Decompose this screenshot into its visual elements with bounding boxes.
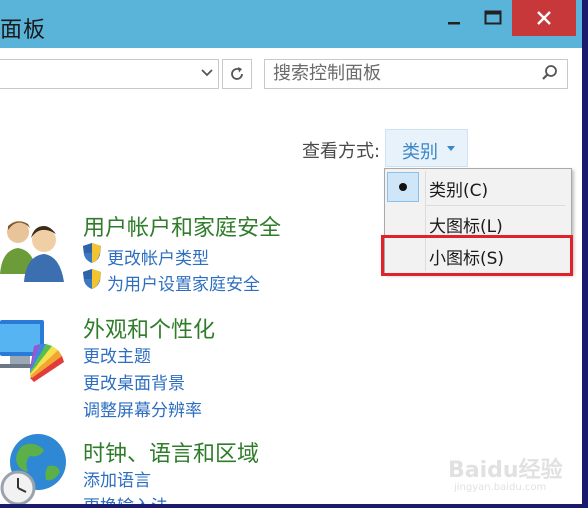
close-button[interactable] [512,0,576,36]
globe-clock-icon[interactable] [0,432,70,504]
menu-item-category[interactable]: 类别(C) [387,171,569,203]
caret-down-icon [447,146,455,151]
chevron-down-icon [201,69,213,77]
category-title[interactable]: 时钟、语言和区域 [83,436,259,468]
minimize-button[interactable] [432,0,476,36]
category-title[interactable]: 用户帐户和家庭安全 [83,210,281,242]
radio-check-indicator [387,172,419,202]
minimize-icon [448,22,460,25]
control-panel-window: 面板 查看方式: 类别 [0,0,582,504]
close-icon [537,11,551,25]
link-change-theme[interactable]: 更改主题 [83,342,151,367]
search-icon[interactable] [541,64,559,82]
search-input[interactable] [273,62,523,84]
bullet-icon [399,183,407,191]
link-change-input-method[interactable]: 更换输入法 [83,492,168,504]
uac-shield-icon [83,269,101,289]
link-change-background[interactable]: 更改桌面背景 [83,369,185,394]
view-by-button[interactable]: 类别 [385,129,468,167]
link-screen-resolution[interactable]: 调整屏幕分辨率 [83,396,202,421]
menu-separator [425,205,565,206]
watermark-brand: Baidu经验 [448,458,563,483]
view-by-label: 查看方式: [302,141,381,162]
maximize-icon [484,10,502,25]
link-add-language[interactable]: 添加语言 [83,466,151,491]
category-title[interactable]: 外观和个性化 [83,312,215,344]
users-icon[interactable] [0,212,70,282]
view-by-current: 类别 [402,142,438,163]
link-change-account-type[interactable]: 更改帐户类型 [107,244,209,269]
menu-item-label: 类别(C) [429,181,489,201]
refresh-icon [231,67,243,80]
menu-item-label: 大图标(L) [429,217,503,237]
address-dropdown-button[interactable] [198,64,216,82]
uac-shield-icon [83,243,101,263]
search-box[interactable] [264,59,568,89]
title-bar: 面板 [0,0,582,48]
annotation-highlight-box [381,235,573,276]
watermark-url: jingyan.baidu.com [454,482,547,493]
display-color-icon[interactable] [0,316,66,382]
screen-frame-right [582,0,588,508]
address-field[interactable] [0,59,219,89]
baidu-watermark: Baidu经验 jingyan.baidu.com [448,452,563,500]
refresh-button[interactable] [222,59,252,89]
link-family-safety[interactable]: 为用户设置家庭安全 [107,270,260,295]
screen-frame-bottom [0,504,588,508]
maximize-button[interactable] [476,0,510,36]
window-title: 面板 [0,18,47,43]
